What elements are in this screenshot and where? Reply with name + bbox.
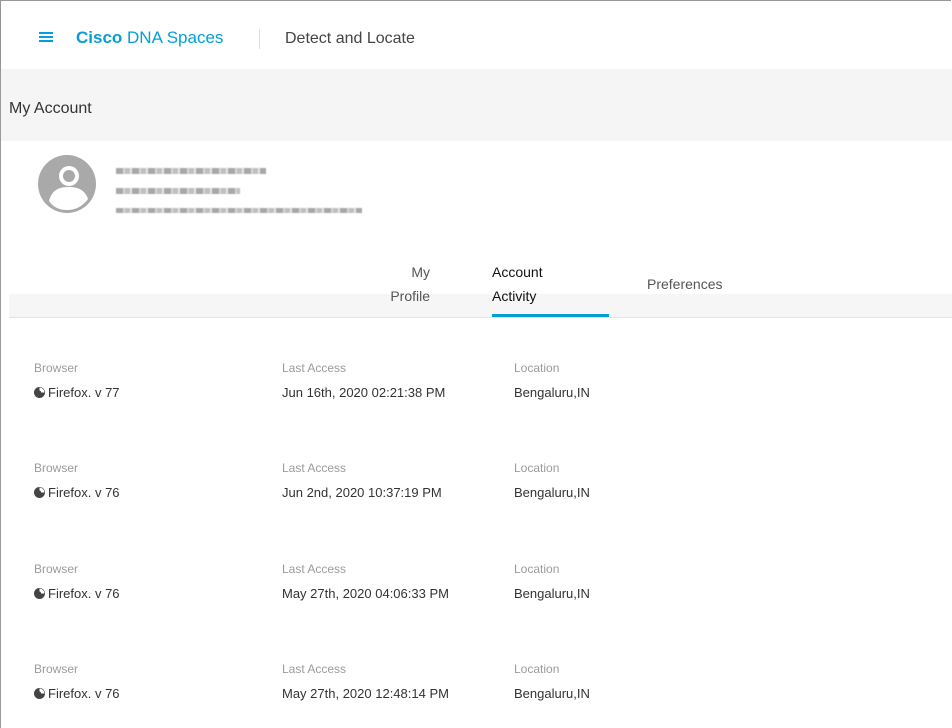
- firefox-icon: [34, 386, 45, 398]
- tab-label: Preferences: [647, 276, 723, 292]
- last-access-label: Last Access: [282, 361, 347, 375]
- browser-name: Firefox. v 77: [48, 385, 120, 400]
- brand-name-rest: DNA Spaces: [127, 28, 224, 47]
- last-access-value: Jun 2nd, 2020 10:37:19 PM: [282, 485, 442, 500]
- redacted-user-name: [116, 168, 266, 174]
- firefox-icon: [34, 687, 45, 699]
- location-label: Location: [514, 562, 560, 576]
- tab-label-line1: Account: [492, 264, 543, 280]
- browser-name: Firefox. v 76: [48, 686, 120, 701]
- firefox-icon: [34, 587, 45, 599]
- browser-name: Firefox. v 76: [48, 485, 120, 500]
- last-access-label: Last Access: [282, 562, 347, 576]
- browser-label: Browser: [34, 361, 79, 375]
- redacted-user-email: [116, 208, 362, 213]
- tabs-divider: [9, 317, 952, 318]
- activity-row: Browser Firefox. v 77 Last Access Jun 16…: [0, 361, 952, 421]
- brand-name-bold: Cisco: [76, 28, 123, 47]
- last-access-label: Last Access: [282, 662, 347, 676]
- page-title: My Account: [9, 100, 92, 117]
- browser-value: Firefox. v 76: [34, 686, 120, 701]
- tab-label-line1: My: [411, 264, 430, 280]
- active-tab-indicator: [492, 314, 609, 317]
- header-divider: [259, 29, 260, 49]
- tab-my-profile[interactable]: My Profile: [372, 262, 430, 306]
- browser-label: Browser: [34, 662, 79, 676]
- redacted-user-role: [116, 188, 240, 194]
- last-access-value: May 27th, 2020 04:06:33 PM: [282, 586, 449, 601]
- browser-value: Firefox. v 76: [34, 586, 120, 601]
- browser-label: Browser: [34, 461, 79, 475]
- brand-logo[interactable]: Cisco DNA Spaces: [76, 28, 223, 48]
- tab-label-line2: Activity: [492, 288, 537, 304]
- location-label: Location: [514, 662, 560, 676]
- location-label: Location: [514, 361, 560, 375]
- tab-label-line2: Profile: [390, 288, 430, 304]
- location-value: Bengaluru,IN: [514, 586, 590, 601]
- browser-label: Browser: [34, 562, 79, 576]
- browser-value: Firefox. v 76: [34, 485, 120, 500]
- last-access-value: Jun 16th, 2020 02:21:38 PM: [282, 385, 446, 400]
- location-value: Bengaluru,IN: [514, 686, 590, 701]
- activity-row: Browser Firefox. v 76 Last Access May 27…: [0, 562, 952, 622]
- app-title: Detect and Locate: [285, 30, 415, 47]
- firefox-icon: [34, 486, 45, 498]
- last-access-label: Last Access: [282, 461, 347, 475]
- user-avatar-icon: [38, 155, 96, 213]
- activity-row: Browser Firefox. v 76 Last Access May 27…: [0, 662, 952, 722]
- tabs-band: [9, 294, 952, 317]
- location-label: Location: [514, 461, 560, 475]
- top-navigation-bar: Cisco DNA Spaces Detect and Locate: [1, 1, 952, 69]
- hamburger-menu-icon[interactable]: [39, 32, 53, 42]
- browser-name: Firefox. v 76: [48, 586, 120, 601]
- browser-value: Firefox. v 77: [34, 385, 120, 400]
- location-value: Bengaluru,IN: [514, 485, 590, 500]
- location-value: Bengaluru,IN: [514, 385, 590, 400]
- page-header-band: [1, 69, 952, 141]
- tab-account-activity[interactable]: Account Activity: [492, 262, 543, 306]
- activity-row: Browser Firefox. v 76 Last Access Jun 2n…: [0, 461, 952, 521]
- last-access-value: May 27th, 2020 12:48:14 PM: [282, 686, 449, 701]
- tab-preferences[interactable]: Preferences: [647, 274, 722, 294]
